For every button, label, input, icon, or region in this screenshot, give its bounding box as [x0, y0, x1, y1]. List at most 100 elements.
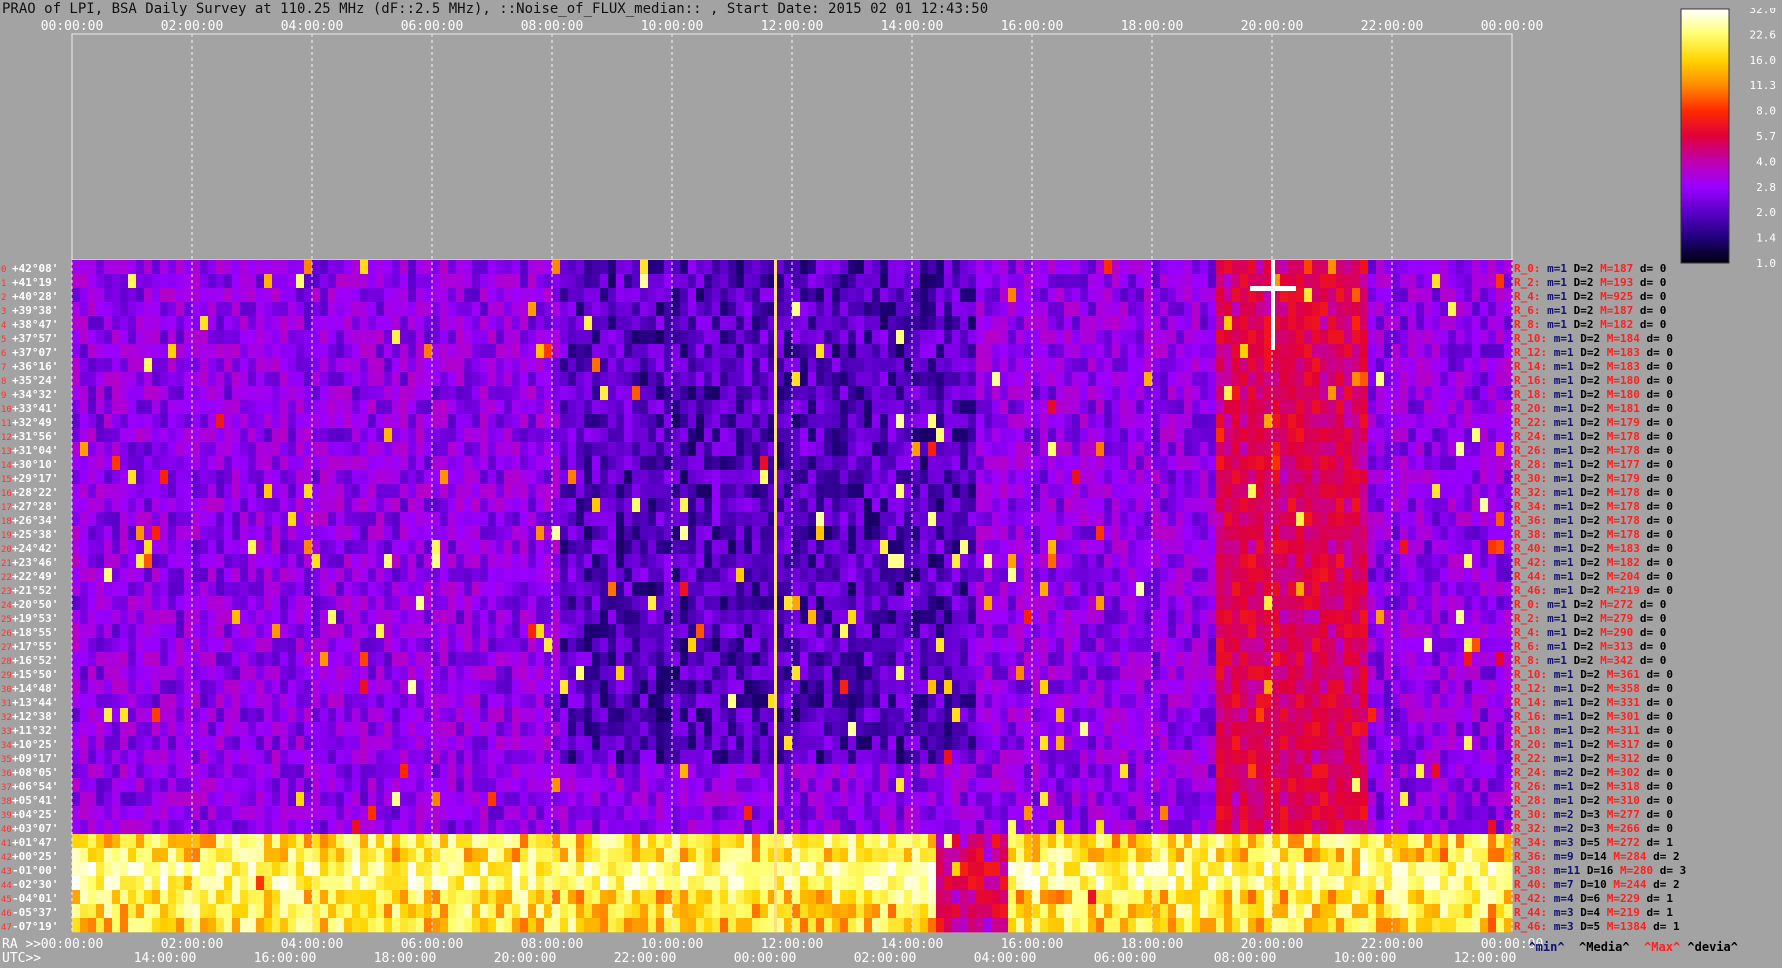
- colorbar-tick-label: 8.0: [1756, 105, 1776, 118]
- top-time-label: 20:00:00: [1241, 19, 1304, 34]
- declination-label: +20°50': [12, 598, 58, 611]
- colorbar-tick-label: 5.7: [1756, 130, 1776, 143]
- stats-row: R_12: m=1 D=2 M=183 d= 0: [1514, 346, 1673, 359]
- top-time-label: 12:00:00: [761, 19, 824, 34]
- utc-label: 10:00:00: [1334, 951, 1397, 966]
- declination-label: -02°30': [12, 878, 58, 891]
- top-time-label: 22:00:00: [1361, 19, 1424, 34]
- stats-row: R_22: m=1 D=2 M=312 d= 0: [1514, 752, 1673, 765]
- declination-label: +22°49': [12, 570, 58, 583]
- row-index: 45: [1, 895, 12, 905]
- declination-label: +11°32': [12, 724, 58, 737]
- declination-label: +03°07': [12, 822, 58, 835]
- row-index: 8: [1, 377, 6, 387]
- utc-label: 14:00:00: [134, 951, 197, 966]
- declination-label: +10°25': [12, 738, 58, 751]
- declination-label: -01°00': [12, 864, 58, 877]
- stats-row: R_42: m=1 D=2 M=182 d= 0: [1514, 556, 1673, 569]
- colorbar-tick-label: 32.0: [1750, 8, 1777, 16]
- row-index: 25: [1, 615, 12, 625]
- colorbar-tick-label: 1.0: [1756, 257, 1776, 268]
- stats-row: R_24: m=2 D=2 M=302 d= 0: [1514, 766, 1673, 779]
- stats-row: R_2: m=1 D=2 M=193 d= 0: [1514, 276, 1666, 289]
- row-index: 2: [1, 293, 6, 303]
- row-index: 42: [1, 853, 12, 863]
- stats-row: R_16: m=1 D=2 M=180 d= 0: [1514, 374, 1673, 387]
- stats-row: R_12: m=1 D=2 M=358 d= 0: [1514, 682, 1673, 695]
- legend-min: ^min^: [1528, 940, 1565, 954]
- utc-label: 02:00:00: [854, 951, 917, 966]
- row-index: 44: [1, 881, 12, 891]
- row-index: 0: [1, 265, 6, 275]
- top-time-label: 16:00:00: [1001, 19, 1064, 34]
- row-index: 20: [1, 545, 12, 555]
- stats-row: R_26: m=1 D=2 M=318 d= 0: [1514, 780, 1673, 793]
- declination-label: +33°41': [12, 402, 58, 415]
- top-time-label: 00:00:00: [1481, 19, 1544, 34]
- row-index: 10: [1, 405, 12, 415]
- declination-label: +41°19': [12, 276, 58, 289]
- stats-row: R_0: m=1 D=2 M=187 d= 0: [1514, 262, 1666, 275]
- declination-label: +30°10': [12, 458, 58, 471]
- stats-row: R_32: m=1 D=2 M=178 d= 0: [1514, 486, 1673, 499]
- declination-label: +12°38': [12, 710, 58, 723]
- declination-label: +01°47': [12, 836, 58, 849]
- declination-label: +31°56': [12, 430, 58, 443]
- top-time-label: 10:00:00: [641, 19, 704, 34]
- stats-row: R_18: m=1 D=2 M=180 d= 0: [1514, 388, 1673, 401]
- ra-label: 02:00:00: [161, 937, 224, 952]
- utc-label: 12:00:00: [1454, 951, 1517, 966]
- row-index: 36: [1, 769, 12, 779]
- row-index: 6: [1, 349, 6, 359]
- declination-label: +28°22': [12, 486, 58, 499]
- utc-label: 18:00:00: [374, 951, 437, 966]
- top-time-label: 08:00:00: [521, 19, 584, 34]
- declination-label: -07°19': [12, 920, 58, 933]
- colorbar-tick-label: 1.4: [1756, 232, 1776, 245]
- declination-label: +36°16': [12, 360, 58, 373]
- declination-label: +25°38': [12, 528, 58, 541]
- declination-label: +19°53': [12, 612, 58, 625]
- bright-source-line: [774, 260, 777, 932]
- row-index: 15: [1, 475, 12, 485]
- stats-row: R_14: m=1 D=2 M=331 d= 0: [1514, 696, 1673, 709]
- row-index: 16: [1, 489, 12, 499]
- declination-label: +27°28': [12, 500, 58, 513]
- declination-label: +13°44': [12, 696, 58, 709]
- row-index: 11: [1, 419, 12, 429]
- ra-prefix: RA >>: [2, 937, 41, 952]
- ra-label: 12:00:00: [761, 937, 824, 952]
- colorbar-tick-label: 2.8: [1756, 181, 1776, 194]
- declination-label: +42°08': [12, 262, 58, 275]
- row-index: 22: [1, 573, 12, 583]
- row-index: 17: [1, 503, 12, 513]
- stats-row: R_46: m=1 D=2 M=219 d= 0: [1514, 584, 1673, 597]
- stats-row: R_30: m=1 D=2 M=179 d= 0: [1514, 472, 1673, 485]
- row-index: 29: [1, 671, 12, 681]
- row-index: 33: [1, 727, 12, 737]
- stats-row: R_44: m=3 D=4 M=219 d= 1: [1514, 906, 1673, 919]
- stats-row: R_36: m=1 D=2 M=178 d= 0: [1514, 514, 1673, 527]
- row-index: 41: [1, 839, 12, 849]
- stats-row: R_10: m=1 D=2 M=361 d= 0: [1514, 668, 1673, 681]
- row-index: 13: [1, 447, 12, 457]
- stats-row: R_18: m=1 D=2 M=311 d= 0: [1514, 724, 1673, 737]
- declination-label: +17°55': [12, 640, 58, 653]
- row-index: 24: [1, 601, 12, 611]
- utc-label: 04:00:00: [974, 951, 1037, 966]
- declination-label: +15°50': [12, 668, 58, 681]
- declination-label: +39°38': [12, 304, 58, 317]
- row-index: 39: [1, 811, 12, 821]
- declination-label: +38°47': [12, 318, 58, 331]
- utc-label: 20:00:00: [494, 951, 557, 966]
- ra-label: 06:00:00: [401, 937, 464, 952]
- declination-label: +09°17': [12, 752, 58, 765]
- stats-row: R_38: m=11 D=16 M=280 d= 3: [1514, 864, 1686, 877]
- colorbar-tick-label: 2.0: [1756, 206, 1776, 219]
- declination-label: +35°24': [12, 374, 58, 387]
- declination-label: +21°52': [12, 584, 58, 597]
- row-index: 43: [1, 867, 12, 877]
- utc-label: 00:00:00: [734, 951, 797, 966]
- ra-label: 08:00:00: [521, 937, 584, 952]
- declination-label: +06°54': [12, 780, 58, 793]
